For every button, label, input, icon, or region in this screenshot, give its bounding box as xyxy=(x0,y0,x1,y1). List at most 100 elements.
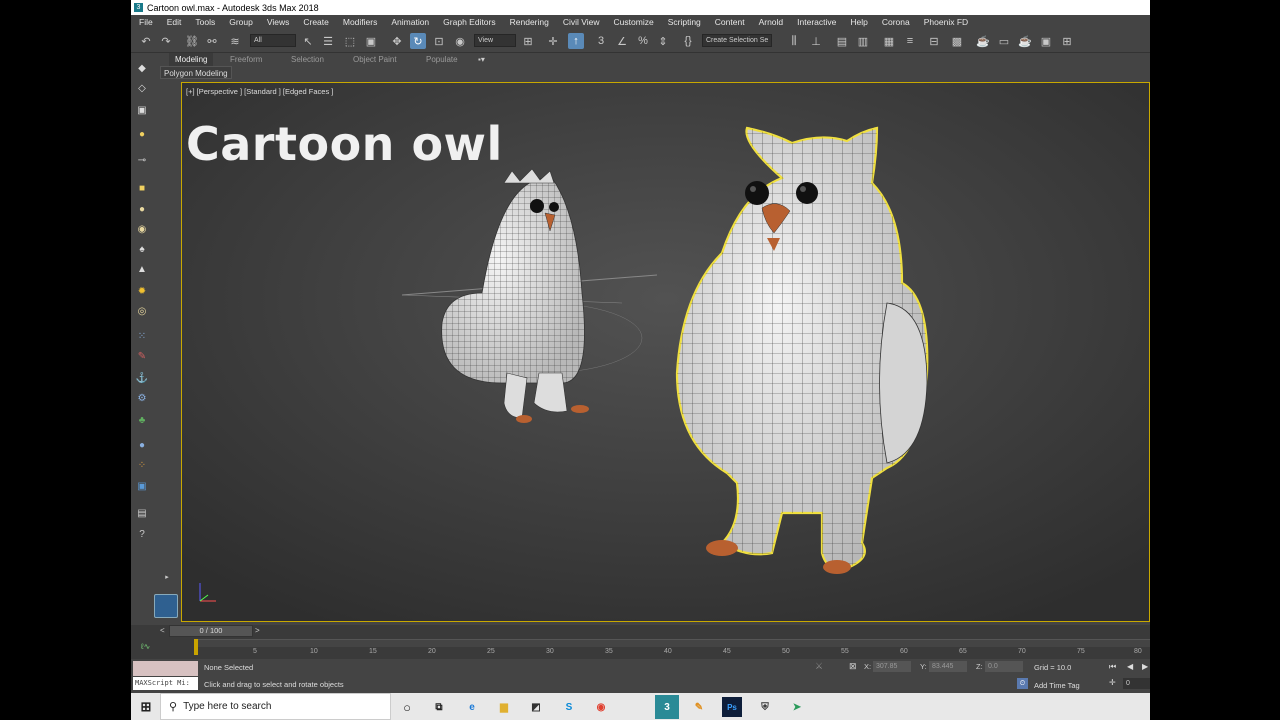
keyboard-shortcut-override-icon[interactable]: ↑ xyxy=(568,33,584,49)
redo-icon[interactable]: ↷ xyxy=(158,33,174,49)
tab-object-paint[interactable]: Object Paint xyxy=(353,55,397,64)
space-warps-icon[interactable]: ⚙ xyxy=(134,391,150,406)
layer-explorer-icon[interactable]: ▥ xyxy=(855,33,871,49)
curve-editor-icon[interactable]: ≡ xyxy=(902,33,918,49)
time-cursor[interactable] xyxy=(194,639,198,655)
track-bar[interactable] xyxy=(195,639,1150,647)
reference-coord-dropdown[interactable]: View xyxy=(474,34,516,47)
scale-icon[interactable]: ⊡ xyxy=(431,33,447,49)
tab-selection[interactable]: Selection xyxy=(291,55,324,64)
security-shield-icon[interactable]: ⛨ xyxy=(755,697,775,717)
menu-edit[interactable]: Edit xyxy=(167,17,182,27)
photoshop-icon[interactable]: Ps xyxy=(722,697,742,717)
angle-snap-icon[interactable]: ∠ xyxy=(614,33,630,49)
viewport-layout-icon[interactable] xyxy=(154,594,178,618)
menu-graph-editors[interactable]: Graph Editors xyxy=(443,17,495,27)
percent-snap-icon[interactable]: % xyxy=(635,33,651,49)
menu-group[interactable]: Group xyxy=(229,17,253,27)
file-explorer-icon[interactable]: ▆ xyxy=(494,697,514,717)
menu-content[interactable]: Content xyxy=(715,17,745,27)
menu-help[interactable]: Help xyxy=(850,17,867,27)
ribbon-options-icon[interactable]: ▪▾ xyxy=(478,55,485,64)
select-by-name-icon[interactable]: ☰ xyxy=(320,33,336,49)
y-coord-field[interactable]: 83.445 xyxy=(929,661,967,672)
viewport-label[interactable]: [+] [Perspective ] [Standard ] [Edged Fa… xyxy=(186,87,333,96)
select-manipulate-icon[interactable]: ✛ xyxy=(545,33,561,49)
maxscript-listener-color[interactable] xyxy=(133,661,198,676)
menu-scripting[interactable]: Scripting xyxy=(668,17,701,27)
store-icon[interactable]: ◩ xyxy=(526,697,546,717)
lights-icon[interactable]: ● xyxy=(134,127,150,142)
rotate-icon[interactable]: ↻ xyxy=(410,33,426,49)
tab-modeling[interactable]: Modeling xyxy=(169,53,214,66)
render-grid-icon[interactable]: ⊞ xyxy=(1059,33,1075,49)
cone-primitive-icon[interactable]: ▲ xyxy=(134,262,150,277)
goto-start-icon[interactable]: ⏮ xyxy=(1109,662,1116,672)
teapot-icon[interactable]: ♠ xyxy=(134,242,150,257)
named-selection-set-input[interactable]: Create Selection Se xyxy=(702,34,772,47)
material-sphere-icon[interactable]: ● xyxy=(134,438,150,453)
box-primitive-icon[interactable]: ■ xyxy=(134,181,150,196)
menu-interactive[interactable]: Interactive xyxy=(797,17,836,27)
time-next-icon[interactable]: > xyxy=(255,626,260,635)
key-mode-icon[interactable]: ✛ xyxy=(1109,678,1116,687)
cylinder-primitive-icon[interactable]: ◉ xyxy=(134,222,150,237)
place-icon[interactable]: ◉ xyxy=(452,33,468,49)
z-coord-field[interactable]: 0.0 xyxy=(985,661,1023,672)
cortana-icon[interactable]: ○ xyxy=(397,697,417,717)
hierarchy-panel-icon[interactable]: ▣ xyxy=(134,103,150,118)
spinner-snap-icon[interactable]: ⇕ xyxy=(655,33,671,49)
sphere-primitive-icon[interactable]: ● xyxy=(134,202,150,217)
skype-icon[interactable]: S xyxy=(559,697,579,717)
time-slider[interactable]: 0 / 100 xyxy=(169,625,253,637)
helpers-icon[interactable]: ✎ xyxy=(134,349,150,364)
menu-arnold[interactable]: Arnold xyxy=(759,17,784,27)
menu-animation[interactable]: Animation xyxy=(391,17,429,27)
torus-icon[interactable]: ◎ xyxy=(134,304,150,319)
move-icon[interactable]: ✥ xyxy=(389,33,405,49)
time-tag-icon[interactable]: ⏲ xyxy=(1017,678,1028,689)
menu-file[interactable]: File xyxy=(139,17,153,27)
toggle-ribbon-icon[interactable]: ▦ xyxy=(881,33,897,49)
utilities-icon[interactable]: ▤ xyxy=(134,506,150,521)
help-icon[interactable]: ? xyxy=(134,527,150,542)
rect-region-icon[interactable]: ⬚ xyxy=(342,33,358,49)
cameras-icon[interactable]: ⊸ xyxy=(134,153,150,168)
app-arrow-icon[interactable]: ➤ xyxy=(787,697,807,717)
pivot-center-icon[interactable]: ⊞ xyxy=(520,33,536,49)
menu-civil-view[interactable]: Civil View xyxy=(563,17,600,27)
taskbar-search[interactable]: ⚲ Type here to search xyxy=(160,693,391,720)
mirror-icon[interactable]: ⫼ xyxy=(786,33,802,49)
edit-named-sets-icon[interactable]: {} xyxy=(680,33,696,49)
ribbon-polygon-modeling[interactable]: Polygon Modeling xyxy=(160,66,232,79)
mini-curve-editor-icon[interactable]: ℓ∿ xyxy=(141,642,150,651)
chrome-icon[interactable]: ◉ xyxy=(591,697,611,717)
current-frame-field[interactable]: 0 xyxy=(1123,678,1150,689)
align-icon[interactable]: ⊥ xyxy=(808,33,824,49)
snaps-toggle-icon[interactable]: 3 xyxy=(593,33,609,49)
isolate-selection-icon[interactable]: ⚔ xyxy=(815,661,823,672)
time-prev-icon[interactable]: < xyxy=(160,626,165,635)
modify-panel-icon[interactable]: ◇ xyxy=(134,81,150,96)
link-icon[interactable]: ⛓ xyxy=(184,33,200,49)
menu-modifiers[interactable]: Modifiers xyxy=(343,17,377,27)
render-production-icon[interactable]: ☕ xyxy=(1017,33,1033,49)
render-iterative-icon[interactable]: ▣ xyxy=(1038,33,1054,49)
schematic-view-icon[interactable]: ⊟ xyxy=(926,33,942,49)
edge-browser-icon[interactable]: e xyxy=(462,697,482,717)
add-time-tag[interactable]: Add Time Tag xyxy=(1034,681,1080,690)
prev-frame-icon[interactable]: ◀ xyxy=(1127,662,1133,671)
menu-create[interactable]: Create xyxy=(303,17,329,27)
menu-customize[interactable]: Customize xyxy=(614,17,654,27)
menu-tools[interactable]: Tools xyxy=(195,17,215,27)
sun-light-icon[interactable]: ✹ xyxy=(134,284,150,299)
menu-rendering[interactable]: Rendering xyxy=(510,17,549,27)
tab-freeform[interactable]: Freeform xyxy=(230,55,262,64)
particles-icon[interactable]: ⁙ xyxy=(134,329,150,344)
tab-populate[interactable]: Populate xyxy=(426,55,458,64)
selection-filter-dropdown[interactable]: All xyxy=(250,34,296,47)
foliage-icon[interactable]: ♣ xyxy=(134,413,150,428)
selection-lock-icon[interactable]: ⊠ xyxy=(849,661,857,672)
image-editor-icon[interactable]: ✎ xyxy=(689,697,709,717)
systems-icon[interactable]: ⚓ xyxy=(134,371,150,386)
